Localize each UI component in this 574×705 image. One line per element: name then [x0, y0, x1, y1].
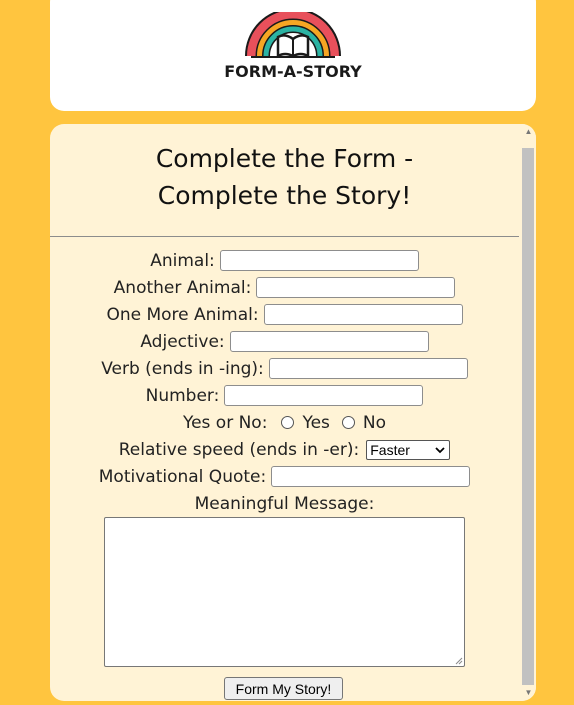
adjective-label: Adjective: [140, 331, 225, 352]
yes-no-row: Yes or No: Yes No [50, 409, 519, 436]
relative-speed-select[interactable]: Faster [366, 439, 451, 460]
one-more-animal-input[interactable] [263, 304, 463, 325]
another-animal-row: Another Animal: [50, 274, 519, 301]
yes-option-label[interactable]: Yes [302, 413, 329, 433]
scroll-down-icon[interactable]: ▼ [521, 685, 536, 701]
form-content: Complete the Form - Complete the Story! … [50, 124, 519, 701]
animal-label: Animal: [150, 250, 215, 271]
chevron-down-icon [435, 441, 445, 466]
one-more-animal-row: One More Animal: [50, 301, 519, 328]
another-animal-input[interactable] [256, 277, 456, 298]
verb-row: Verb (ends in -ing): [50, 355, 519, 382]
number-row: Number: [50, 382, 519, 409]
yes-no-label: Yes or No: [182, 412, 268, 433]
number-label: Number: [145, 385, 220, 406]
message-label: Meaningful Message: [194, 493, 375, 514]
another-animal-label: Another Animal: [113, 277, 252, 298]
logo: FORM-A-STORY [222, 12, 364, 84]
message-label-row: Meaningful Message: [50, 490, 519, 517]
no-radio[interactable] [341, 416, 355, 429]
motivational-quote-label: Motivational Quote: [98, 466, 267, 487]
submit-button[interactable]: Form My Story! [224, 677, 343, 700]
one-more-animal-label: One More Animal: [106, 304, 259, 325]
divider [50, 236, 519, 237]
adjective-row: Adjective: [50, 328, 519, 355]
page-title: Complete the Form - Complete the Story! [50, 140, 519, 214]
motivational-quote-row: Motivational Quote: [50, 463, 519, 490]
title-line-1: Complete the Form - [155, 144, 414, 173]
motivational-quote-input[interactable] [271, 466, 471, 487]
message-textarea[interactable] [104, 517, 465, 667]
relative-speed-label: Relative speed (ends in -er): [118, 439, 360, 460]
scrollbar-thumb[interactable] [522, 148, 534, 685]
no-option-label[interactable]: No [363, 413, 386, 433]
verb-label: Verb (ends in -ing): [101, 358, 264, 379]
animal-input[interactable] [219, 250, 419, 271]
relative-speed-value: Faster [370, 441, 410, 458]
logo-text: FORM-A-STORY [224, 62, 362, 81]
header-card: FORM-A-STORY [50, 0, 536, 111]
verb-input[interactable] [268, 358, 468, 379]
number-input[interactable] [224, 385, 424, 406]
relative-speed-row: Relative speed (ends in -er): Faster [50, 436, 519, 463]
scroll-up-icon[interactable]: ▲ [521, 124, 536, 140]
yes-radio[interactable] [281, 416, 295, 429]
rainbow-book-icon [245, 12, 341, 59]
adjective-input[interactable] [229, 331, 429, 352]
form-card: Complete the Form - Complete the Story! … [50, 124, 536, 701]
title-line-2: Complete the Story! [157, 181, 412, 210]
scrollbar[interactable]: ▲ ▼ [521, 124, 536, 701]
resize-handle-icon[interactable] [455, 657, 463, 665]
animal-row: Animal: [50, 247, 519, 274]
